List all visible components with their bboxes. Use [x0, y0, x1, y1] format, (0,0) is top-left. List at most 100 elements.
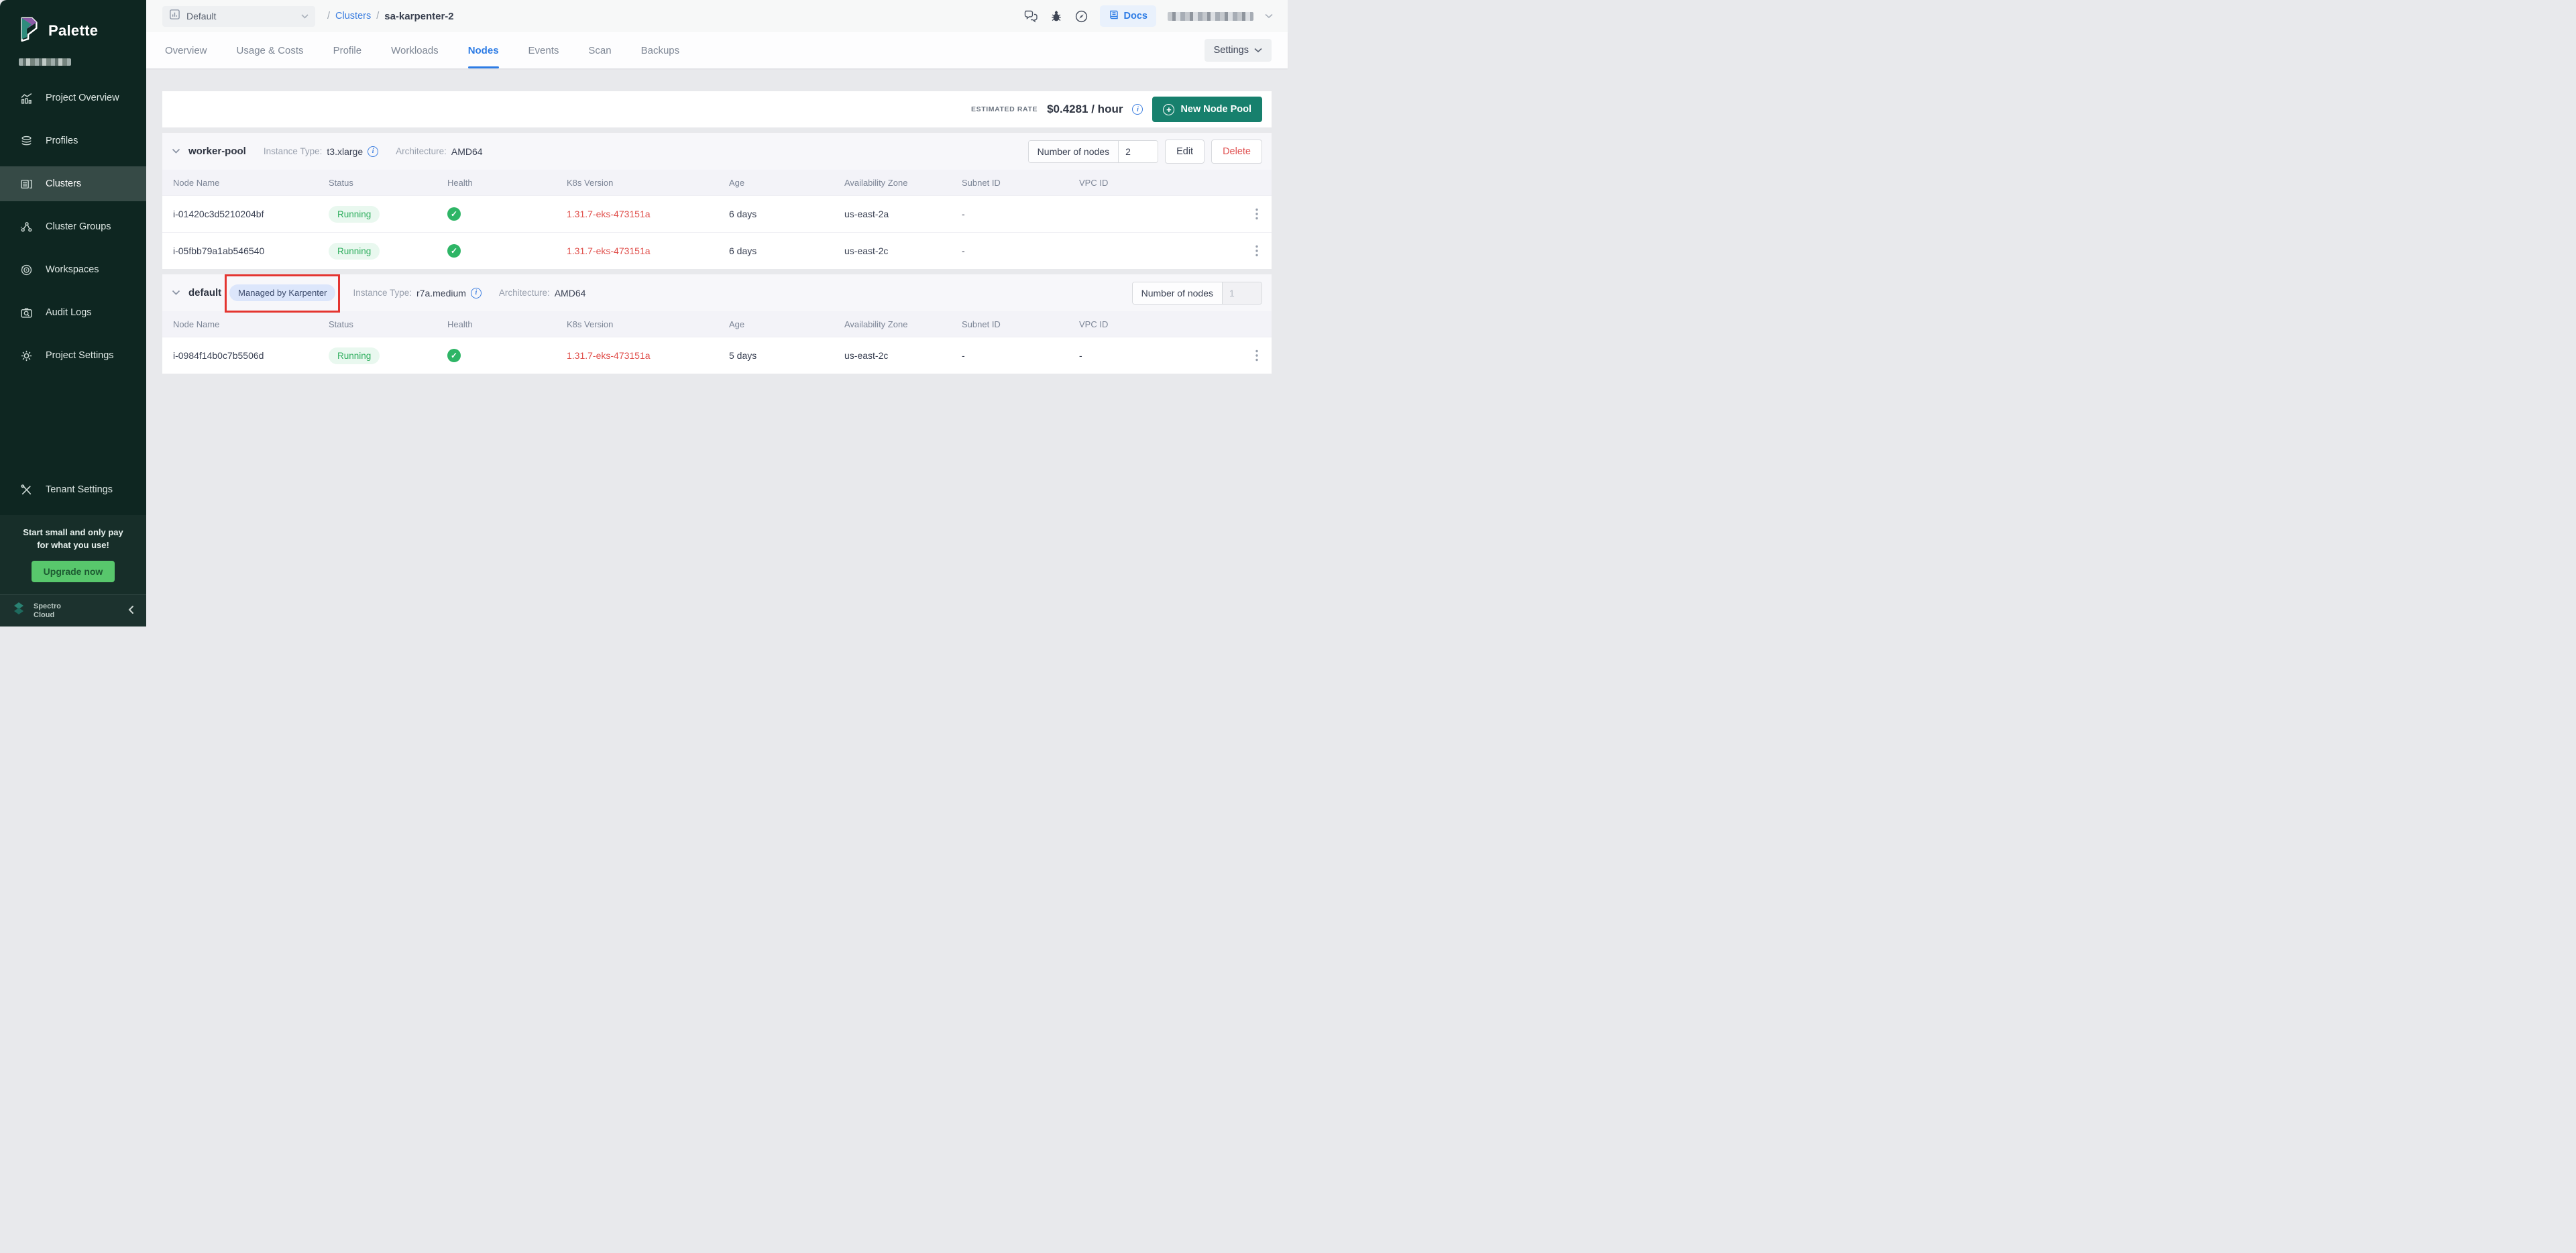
chat-icon[interactable] [1023, 9, 1038, 23]
docs-label: Docs [1124, 11, 1147, 21]
sidebar-item-label: Audit Logs [46, 307, 92, 318]
table-header-row: Node Name Status Health K8s Version Age … [162, 170, 1272, 195]
tenant-name-redacted [19, 58, 71, 66]
table-row: i-05fbb79a1ab546540 Running 1.31.7-eks-4… [162, 232, 1272, 269]
new-node-pool-button[interactable]: New Node Pool [1152, 97, 1262, 122]
spectro-cloud-wordmark: Spectro Cloud [34, 602, 61, 620]
app-window: Palette Project Overview Profiles Clus [0, 0, 1288, 626]
sidebar: Palette Project Overview Profiles Clus [0, 0, 146, 626]
subnet-id: - [962, 246, 1079, 256]
k8s-version: 1.31.7-eks-473151a [567, 246, 729, 256]
sidebar-item-workspaces[interactable]: Workspaces [0, 252, 146, 287]
row-menu-kebab-icon[interactable] [1242, 349, 1272, 362]
sidebar-item-audit-logs[interactable]: Audit Logs [0, 295, 146, 330]
tab-events[interactable]: Events [527, 32, 561, 68]
cluster-tabs: Overview Usage & Costs Profile Workloads… [146, 32, 1288, 68]
chevron-down-icon [301, 10, 309, 22]
tools-icon [19, 484, 34, 496]
audit-icon [19, 307, 34, 319]
subnet-id: - [962, 209, 1079, 219]
sidebar-item-label: Profiles [46, 135, 78, 146]
sidebar-item-label: Cluster Groups [46, 221, 111, 232]
delete-pool-button[interactable]: Delete [1211, 140, 1262, 164]
number-of-nodes-label: Number of nodes [1133, 282, 1223, 304]
health-check-icon [447, 207, 461, 221]
k8s-version: 1.31.7-eks-473151a [567, 209, 729, 219]
bug-report-icon[interactable] [1050, 9, 1063, 23]
status-badge: Running [329, 243, 380, 260]
status-badge: Running [329, 206, 380, 223]
estimated-rate-label: ESTIMATED RATE [971, 105, 1038, 113]
instance-type-meta: Instance Type: t3.xlarge [264, 146, 378, 157]
node-count-input[interactable]: 2 [1119, 141, 1158, 162]
book-icon [1109, 9, 1119, 23]
number-of-nodes-control: Number of nodes 2 [1028, 140, 1158, 163]
sidebar-item-label: Tenant Settings [46, 484, 113, 495]
rate-toolbar: ESTIMATED RATE $0.4281 / hour New Node P… [162, 91, 1272, 127]
sidebar-item-label: Workspaces [46, 264, 99, 275]
top-right-actions: Docs [1023, 5, 1273, 27]
row-menu-kebab-icon[interactable] [1242, 245, 1272, 257]
main-area: Default / Clusters / sa-karpenter-2 [146, 0, 1288, 626]
node-age: 6 days [729, 246, 844, 256]
server-icon [19, 178, 34, 190]
tab-backups[interactable]: Backups [640, 32, 681, 68]
docs-button[interactable]: Docs [1100, 5, 1156, 27]
sidebar-item-profiles[interactable]: Profiles [0, 123, 146, 158]
tab-scan[interactable]: Scan [587, 32, 612, 68]
settings-button[interactable]: Settings [1205, 39, 1272, 62]
table-row: i-0984f14b0c7b5506d Running 1.31.7-eks-4… [162, 337, 1272, 374]
default-pool-actions: Number of nodes 1 [1132, 282, 1262, 305]
user-menu-chevron-icon[interactable] [1265, 10, 1273, 22]
breadcrumb-clusters-link[interactable]: Clusters [335, 11, 371, 21]
edit-pool-button[interactable]: Edit [1165, 140, 1205, 164]
project-selector[interactable]: Default [162, 6, 315, 27]
row-menu-kebab-icon[interactable] [1242, 208, 1272, 220]
node-pool-default: default Managed by Karpenter Instance Ty… [162, 274, 1272, 374]
architecture-meta: Architecture: AMD64 [396, 146, 482, 157]
promo-line-1: Start small and only pay [9, 526, 137, 539]
tab-nodes[interactable]: Nodes [467, 32, 500, 68]
node-age: 5 days [729, 350, 844, 361]
node-age: 6 days [729, 209, 844, 219]
upgrade-now-button[interactable]: Upgrade now [32, 561, 115, 582]
sidebar-item-label: Project Overview [46, 93, 119, 103]
user-name-redacted[interactable] [1168, 12, 1253, 21]
network-icon [19, 221, 34, 233]
collapse-pool-chevron-icon[interactable] [172, 290, 180, 296]
sidebar-item-cluster-groups[interactable]: Cluster Groups [0, 209, 146, 244]
breadcrumb-separator: / [376, 11, 379, 21]
architecture-meta: Architecture: AMD64 [499, 288, 585, 298]
upgrade-promo: Start small and only pay for what you us… [0, 515, 146, 594]
sidebar-item-tenant-settings[interactable]: Tenant Settings [0, 472, 146, 507]
tab-profile[interactable]: Profile [332, 32, 363, 68]
availability-zone: us-east-2a [844, 209, 962, 219]
node-count-input-disabled: 1 [1223, 282, 1262, 304]
node-pool-worker: worker-pool Instance Type: t3.xlarge Arc… [162, 133, 1272, 269]
top-bar: Default / Clusters / sa-karpenter-2 [146, 0, 1288, 32]
collapse-pool-chevron-icon[interactable] [172, 148, 180, 154]
sidebar-item-label: Project Settings [46, 350, 114, 361]
node-name: i-0984f14b0c7b5506d [173, 350, 329, 361]
instance-type-info-icon[interactable] [368, 146, 378, 157]
sidebar-item-project-settings[interactable]: Project Settings [0, 338, 146, 373]
breadcrumb: / Clusters / sa-karpenter-2 [327, 11, 454, 22]
tab-workloads[interactable]: Workloads [390, 32, 440, 68]
tab-overview[interactable]: Overview [164, 32, 209, 68]
table-header-row: Node Name Status Health K8s Version Age … [162, 311, 1272, 337]
default-pool-header: default Managed by Karpenter Instance Ty… [162, 274, 1272, 311]
instance-type-info-icon[interactable] [471, 288, 482, 298]
availability-zone: us-east-2c [844, 246, 962, 256]
sidebar-spacer [0, 381, 146, 472]
chart-icon [19, 92, 34, 105]
subnet-id: - [962, 350, 1079, 361]
rate-info-icon[interactable] [1132, 104, 1143, 115]
project-selector-value: Default [186, 11, 295, 21]
health-check-icon [447, 349, 461, 362]
sidebar-item-clusters[interactable]: Clusters [0, 166, 146, 201]
gear-icon [19, 349, 34, 362]
tab-usage-costs[interactable]: Usage & Costs [235, 32, 305, 68]
sidebar-collapse-chevron-icon[interactable] [127, 604, 135, 618]
help-compass-icon[interactable] [1074, 9, 1088, 23]
sidebar-item-project-overview[interactable]: Project Overview [0, 80, 146, 115]
